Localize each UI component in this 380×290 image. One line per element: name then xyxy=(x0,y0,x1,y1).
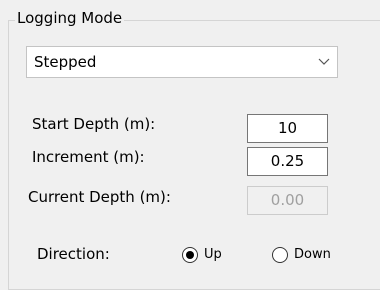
current-depth-input: 0.00 xyxy=(247,186,328,215)
direction-label: Direction: xyxy=(37,245,110,263)
start-depth-label: Start Depth (m): xyxy=(32,115,156,133)
start-depth-input[interactable]: 10 xyxy=(247,114,328,143)
logging-mode-title: Logging Mode xyxy=(15,8,125,28)
direction-up-radio[interactable] xyxy=(182,247,198,263)
direction-down-label[interactable]: Down xyxy=(294,247,331,263)
direction-up-label[interactable]: Up xyxy=(204,247,222,263)
logging-mode-select[interactable]: Stepped xyxy=(26,46,338,78)
chevron-down-icon xyxy=(318,58,330,65)
direction-down-radio[interactable] xyxy=(272,247,288,263)
increment-label: Increment (m): xyxy=(32,148,145,166)
current-depth-label: Current Depth (m): xyxy=(28,188,171,206)
increment-input[interactable]: 0.25 xyxy=(247,147,328,176)
logging-mode-select-value: Stepped xyxy=(34,53,97,71)
